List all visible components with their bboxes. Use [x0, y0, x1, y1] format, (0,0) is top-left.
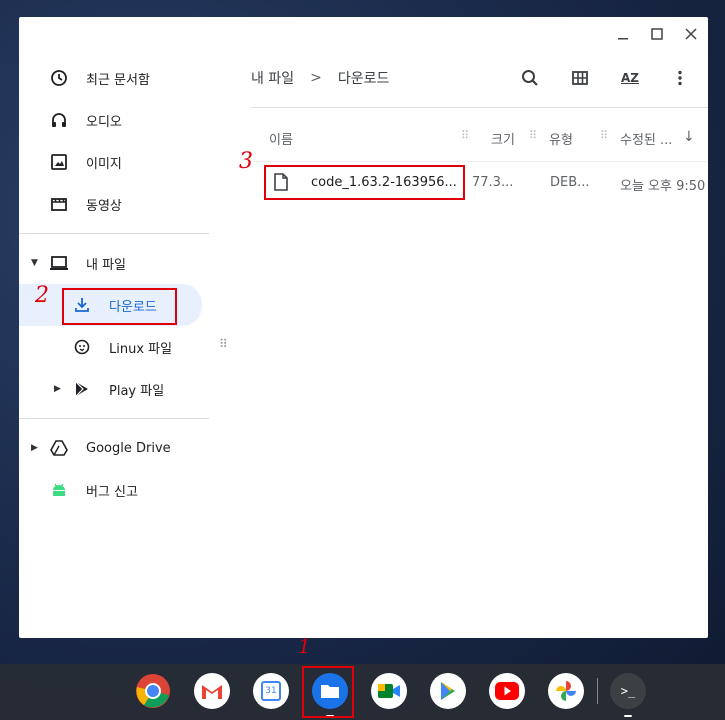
youtube-icon[interactable]: [487, 671, 527, 711]
minimize-icon[interactable]: [606, 17, 640, 51]
play-icon: [72, 379, 92, 399]
sidebar-divider: [19, 233, 209, 234]
sort-label: AZ: [621, 71, 639, 85]
expand-arrow-icon[interactable]: ▶: [54, 384, 61, 394]
sidebar-item-my-files[interactable]: ▼ 내 파일: [19, 242, 209, 284]
breadcrumb: 내 파일 > 다운로드: [251, 68, 389, 88]
headphones-icon: [49, 110, 69, 130]
sidebar-item-google-drive[interactable]: ▶ Google Drive: [19, 427, 209, 469]
annotation-number-3: 3: [239, 149, 253, 174]
annotation-number-1: 1: [298, 634, 311, 658]
file-type: DEB...: [550, 175, 590, 190]
sidebar-item-videos[interactable]: 동영상: [19, 183, 209, 225]
close-icon[interactable]: [674, 17, 708, 51]
shelf-apps: 31 >_: [133, 671, 667, 717]
expand-arrow-icon[interactable]: ▼: [31, 258, 38, 268]
calendar-day: 31: [261, 681, 281, 701]
sidebar-item-label: 최근 문서함: [86, 72, 150, 88]
toolbar-actions: AZ: [498, 57, 698, 99]
file-modified: 오늘 오후 9:50: [620, 179, 706, 194]
laptop-icon: [49, 253, 69, 273]
expand-arrow-icon[interactable]: ▶: [31, 443, 38, 453]
sidebar-item-label: 버그 신고: [86, 484, 138, 500]
sidebar-resize-handle[interactable]: ⠿: [219, 337, 228, 351]
breadcrumb-my-files[interactable]: 내 파일: [251, 68, 294, 88]
file-name: code_1.63.2-163956...: [311, 175, 457, 190]
annotation-number-2: 2: [35, 283, 49, 308]
column-header-size[interactable]: 크기: [491, 129, 515, 148]
breadcrumb-downloads[interactable]: 다운로드: [338, 68, 390, 88]
photos-icon[interactable]: [546, 671, 586, 711]
shelf: 31 >_: [0, 664, 725, 720]
sidebar-item-label: 내 파일: [86, 257, 127, 273]
column-resize-handle[interactable]: ⠿: [461, 129, 469, 142]
sidebar-item-audio[interactable]: 오디오: [19, 99, 209, 141]
drive-icon: [49, 438, 69, 458]
sort-icon[interactable]: AZ: [612, 60, 648, 96]
file-table-header: 이름 ⠿ 크기 ⠿ 유형 ⠿ 수정된 ... ↓: [251, 117, 708, 155]
penguin-icon: [72, 337, 92, 357]
play-store-icon[interactable]: [428, 671, 468, 711]
download-icon: [72, 295, 92, 315]
toolbar: 내 파일 > 다운로드 AZ: [251, 57, 708, 99]
file-icon: [273, 173, 289, 195]
sidebar-item-recent[interactable]: 최근 문서함: [19, 57, 209, 99]
sidebar-item-label: Linux 파일: [109, 341, 173, 357]
sidebar-item-label: Play 파일: [109, 383, 165, 399]
sidebar-item-label: 오디오: [86, 114, 122, 130]
sidebar-item-play-files[interactable]: ▶ Play 파일: [19, 368, 209, 410]
running-indicator: [624, 715, 632, 717]
gmail-icon[interactable]: [192, 671, 232, 711]
more-vert-icon[interactable]: [662, 60, 698, 96]
clock-icon: [49, 68, 69, 88]
meet-icon[interactable]: [369, 671, 409, 711]
sidebar-item-report-bug[interactable]: 버그 신고: [19, 469, 209, 511]
sidebar-item-label: 다운로드: [109, 299, 157, 315]
maximize-icon[interactable]: [640, 17, 674, 51]
sidebar-item-images[interactable]: 이미지: [19, 141, 209, 183]
sidebar-item-linux-files[interactable]: Linux 파일: [19, 326, 209, 368]
header-divider: [251, 161, 708, 162]
sidebar-item-label: Google Drive: [86, 440, 171, 456]
shelf-divider: [597, 678, 598, 704]
grid-view-icon[interactable]: [562, 60, 598, 96]
calendar-icon[interactable]: 31: [251, 671, 291, 711]
sidebar-item-label: 동영상: [86, 198, 122, 214]
chrome-icon[interactable]: [133, 671, 173, 711]
breadcrumb-separator: >: [310, 70, 322, 86]
column-resize-handle[interactable]: ⠿: [529, 129, 537, 142]
column-resize-handle[interactable]: ⠿: [600, 129, 608, 142]
files-icon[interactable]: [310, 671, 350, 717]
toolbar-divider: [251, 107, 708, 108]
column-header-type[interactable]: 유형: [549, 129, 573, 148]
image-icon: [49, 152, 69, 172]
running-indicator: [326, 715, 334, 717]
table-row[interactable]: code_1.63.2-163956... 77.3... DEB... 오늘 …: [251, 165, 708, 201]
window-controls: [606, 17, 708, 51]
sidebar-divider: [19, 418, 209, 419]
sidebar-item-label: 이미지: [86, 156, 122, 172]
search-icon[interactable]: [512, 60, 548, 96]
column-header-name[interactable]: 이름: [269, 129, 293, 148]
file-size: 77.3...: [472, 175, 514, 190]
terminal-icon[interactable]: >_: [608, 671, 648, 717]
android-icon: [49, 480, 69, 500]
film-icon: [49, 194, 69, 214]
column-header-modified[interactable]: 수정된 ...: [620, 129, 672, 148]
files-app-window: 최근 문서함 오디오 이미지 동영상 ▼ 내 파일 다운로드 Linux 파일 …: [19, 17, 708, 638]
sort-direction-icon[interactable]: ↓: [683, 129, 695, 145]
